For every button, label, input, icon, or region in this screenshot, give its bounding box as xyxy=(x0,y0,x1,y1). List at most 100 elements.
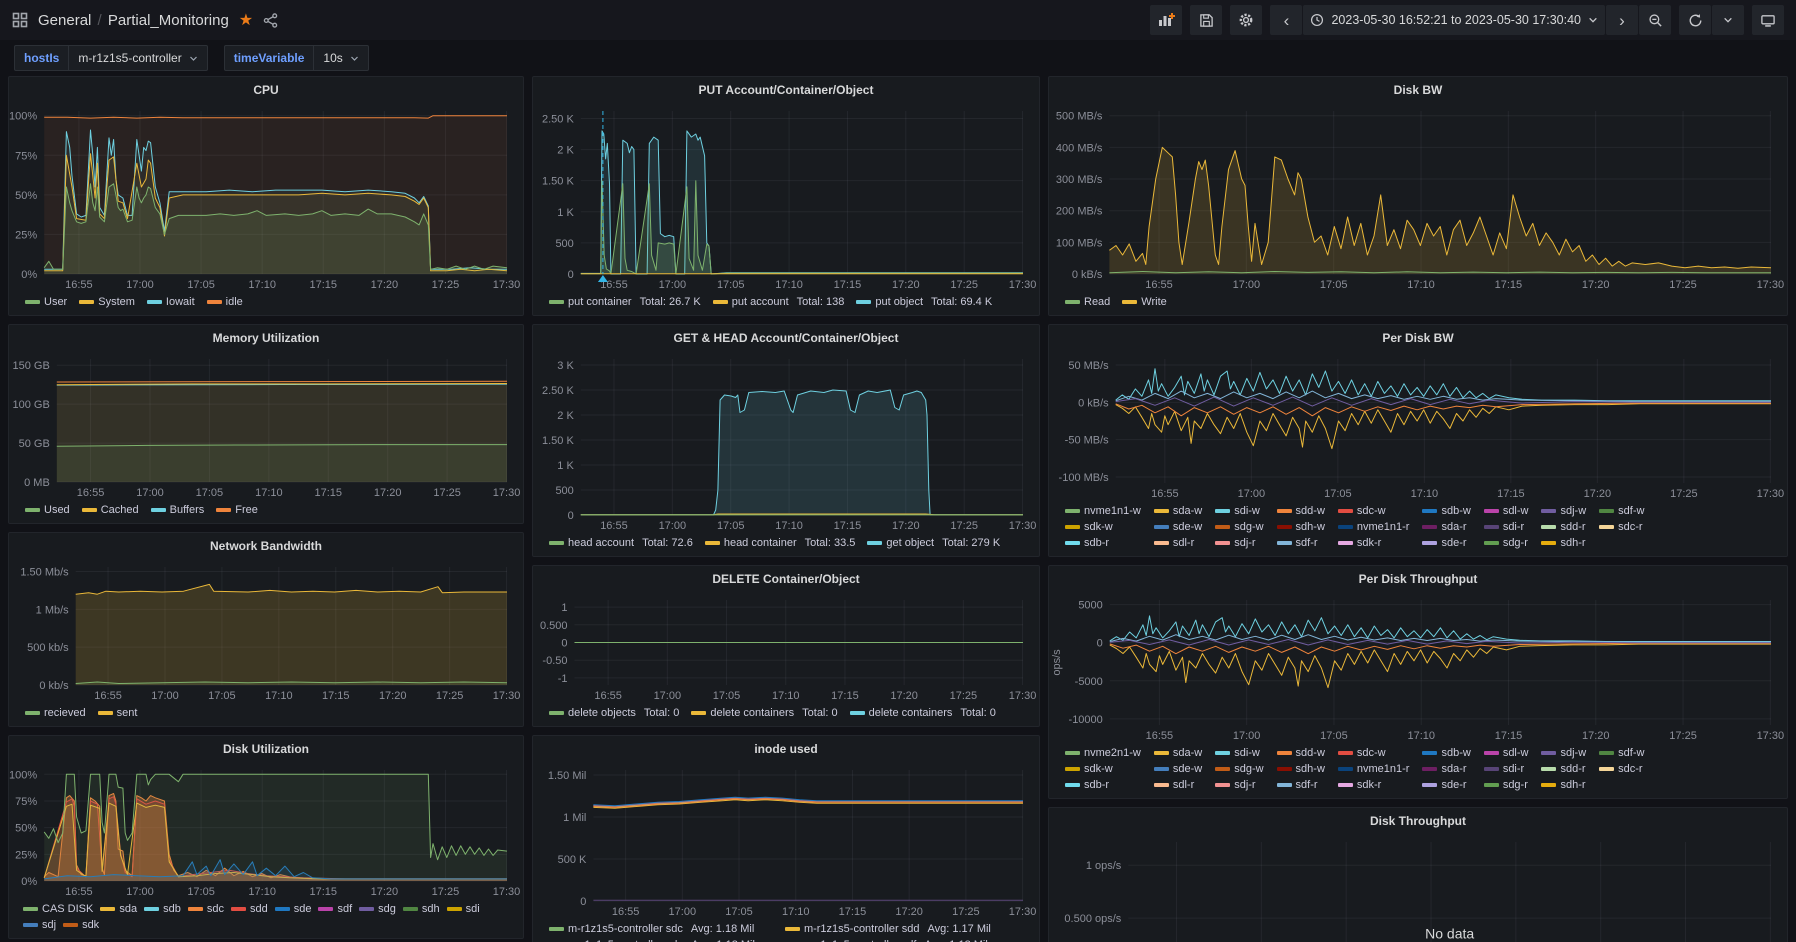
legend-item[interactable]: Buffers xyxy=(151,502,205,518)
legend-item[interactable]: nvme1n1-r xyxy=(1338,519,1410,535)
legend-item[interactable]: sdf-w xyxy=(1599,503,1644,519)
legend-item[interactable]: sdi xyxy=(447,901,480,917)
legend-item[interactable]: Write xyxy=(1122,294,1166,310)
refresh-interval-dropdown[interactable] xyxy=(1712,5,1744,35)
legend-item[interactable]: sdb-w xyxy=(1422,503,1470,519)
legend-item[interactable]: sdh-r xyxy=(1541,535,1586,551)
save-dashboard-button[interactable] xyxy=(1190,5,1222,35)
plot-put[interactable]: 05001 K1.50 K2 K2.50 K16:5517:0017:0517:… xyxy=(533,103,1039,293)
legend-item[interactable]: sdb-r xyxy=(1065,535,1141,551)
legend-item[interactable]: sdf xyxy=(318,901,352,917)
legend-item[interactable]: sdg-r xyxy=(1484,777,1529,793)
panel-title[interactable]: inode used xyxy=(754,742,817,756)
legend-item[interactable]: sdk-w xyxy=(1065,519,1141,535)
variable-label[interactable]: hostIs xyxy=(14,45,68,71)
add-panel-button[interactable] xyxy=(1150,5,1182,35)
legend-item[interactable]: sdh-w xyxy=(1277,761,1325,777)
variable-value-dropdown[interactable]: 10s xyxy=(313,45,368,71)
legend-item[interactable]: Used xyxy=(25,502,70,518)
legend-item[interactable]: sdh-r xyxy=(1541,777,1586,793)
legend-item[interactable]: sdk-r xyxy=(1338,535,1410,551)
legend-item[interactable]: get objectTotal: 279 K xyxy=(867,535,1000,551)
legend-item[interactable]: head accountTotal: 72.6 xyxy=(549,535,693,551)
legend-item[interactable]: sdc xyxy=(188,901,224,917)
legend-item[interactable]: sdd xyxy=(231,901,268,917)
legend-item[interactable]: nvme1n1-w xyxy=(1065,503,1141,519)
legend-item[interactable]: sdg xyxy=(359,901,396,917)
legend-item[interactable]: sdg-w xyxy=(1215,519,1263,535)
legend-item[interactable]: sdb xyxy=(144,901,181,917)
legend-item[interactable]: Read xyxy=(1065,294,1110,310)
legend-item[interactable]: m-r1z1s5-controller sddAvg: 1.17 Mil xyxy=(785,921,991,937)
plot-per-disk-throughput[interactable]: -10000-50000500016:5517:0017:0517:1017:1… xyxy=(1049,592,1787,744)
legend-item[interactable]: sdj-w xyxy=(1541,503,1586,519)
legend-item[interactable]: sdf-r xyxy=(1277,777,1325,793)
legend-item[interactable]: recieved xyxy=(25,705,86,721)
legend-item[interactable]: Cached xyxy=(82,502,139,518)
legend-item[interactable]: sdg-r xyxy=(1484,535,1529,551)
plot-get-head[interactable]: 05001 K1.50 K2 K2.50 K3 K16:5517:0017:05… xyxy=(533,351,1039,534)
legend-item[interactable]: nvme2n1-w xyxy=(1065,745,1141,761)
legend-item[interactable]: sdd-w xyxy=(1277,745,1325,761)
panel-title[interactable]: Per Disk Throughput xyxy=(1359,572,1478,586)
legend-item[interactable]: sde-w xyxy=(1154,519,1202,535)
time-forward-button[interactable]: › xyxy=(1606,5,1638,35)
legend-item[interactable]: sda-w xyxy=(1154,745,1202,761)
time-back-button[interactable]: ‹ xyxy=(1270,5,1302,35)
panel-title[interactable]: Per Disk BW xyxy=(1382,331,1453,345)
legend-item[interactable]: sdh-w xyxy=(1277,519,1325,535)
plot-per-disk-bw[interactable]: -100 MB/s-50 MB/s0 kB/s50 MB/s16:5517:00… xyxy=(1049,351,1787,502)
legend-item[interactable]: sent xyxy=(98,705,138,721)
legend-item[interactable]: sda-w xyxy=(1154,503,1202,519)
plot-inode-used[interactable]: 0500 K1 Mil1.50 Mil16:5517:0017:0517:101… xyxy=(533,762,1039,920)
variable-value-dropdown[interactable]: m-r1z1s5-controller xyxy=(68,45,207,71)
legend-item[interactable]: put containerTotal: 26.7 K xyxy=(549,294,701,310)
legend-item[interactable]: sdl-w xyxy=(1484,503,1529,519)
legend-item[interactable]: sdi-w xyxy=(1215,503,1263,519)
legend-item[interactable]: delete containersTotal: 0 xyxy=(691,705,837,721)
panel-title[interactable]: Network Bandwidth xyxy=(210,539,322,553)
plot-disk-bw[interactable]: 0 kB/s100 MB/s200 MB/s300 MB/s400 MB/s50… xyxy=(1049,103,1787,293)
legend-item[interactable]: sdc-w xyxy=(1338,503,1410,519)
legend-item[interactable]: sde-r xyxy=(1422,777,1470,793)
legend-item[interactable]: System xyxy=(79,294,135,310)
legend-item[interactable]: sdc-w xyxy=(1338,745,1410,761)
legend-item[interactable]: nvme1n1-r xyxy=(1338,761,1410,777)
legend-item[interactable]: head containerTotal: 33.5 xyxy=(705,535,856,551)
legend-item[interactable]: delete containersTotal: 0 xyxy=(850,705,996,721)
legend-item[interactable]: sde-w xyxy=(1154,761,1202,777)
breadcrumb-page[interactable]: Partial_Monitoring xyxy=(108,12,229,29)
legend-item[interactable]: idle xyxy=(207,294,243,310)
plot-disk-utilization[interactable]: 0%25%50%75%100%16:5517:0017:0517:1017:15… xyxy=(9,762,523,900)
legend-item[interactable]: sdf-w xyxy=(1599,745,1644,761)
panel-title[interactable]: Disk BW xyxy=(1394,83,1443,97)
legend-item[interactable]: put objectTotal: 69.4 K xyxy=(856,294,992,310)
legend-item[interactable]: Free xyxy=(216,502,258,518)
legend-item[interactable]: sdb-w xyxy=(1422,745,1470,761)
legend-item[interactable]: m-r1z1s5-controller sdcAvg: 1.18 Mil xyxy=(549,921,755,937)
zoom-out-button[interactable] xyxy=(1639,5,1671,35)
legend-item[interactable]: m-r1z1s5-controller sdfAvg: 1.18 Mil xyxy=(785,937,991,942)
panel-title[interactable]: Memory Utilization xyxy=(213,331,320,345)
legend-item[interactable]: sdd-r xyxy=(1541,519,1586,535)
legend-item[interactable]: sda xyxy=(100,901,137,917)
tv-mode-button[interactable] xyxy=(1752,5,1784,35)
legend-item[interactable]: sdd-w xyxy=(1277,503,1325,519)
plot-memory-utilization[interactable]: 0 MB50 GB100 GB150 GB16:5517:0017:0517:1… xyxy=(9,351,523,501)
dashboards-grid-icon[interactable] xyxy=(12,12,28,28)
legend-item[interactable]: sdc-r xyxy=(1599,519,1644,535)
legend-item[interactable]: sdk-w xyxy=(1065,761,1141,777)
legend-item[interactable]: sdi-r xyxy=(1484,519,1529,535)
legend-item[interactable]: sdk-r xyxy=(1338,777,1410,793)
legend-item[interactable]: sdj-w xyxy=(1541,745,1586,761)
legend-item[interactable]: sdj xyxy=(23,917,56,933)
time-range-button[interactable]: 2023-05-30 16:52:21 to 2023-05-30 17:30:… xyxy=(1303,5,1605,35)
star-icon[interactable]: ★ xyxy=(239,10,253,30)
legend-item[interactable]: sdj-r xyxy=(1215,535,1263,551)
legend-item[interactable]: sdk xyxy=(63,917,99,933)
legend-item[interactable]: sdg-w xyxy=(1215,761,1263,777)
legend-item[interactable]: sdd-r xyxy=(1541,761,1586,777)
panel-title[interactable]: Disk Utilization xyxy=(223,742,309,756)
legend-item[interactable]: put accountTotal: 138 xyxy=(713,294,845,310)
legend-item[interactable]: sdb-r xyxy=(1065,777,1141,793)
